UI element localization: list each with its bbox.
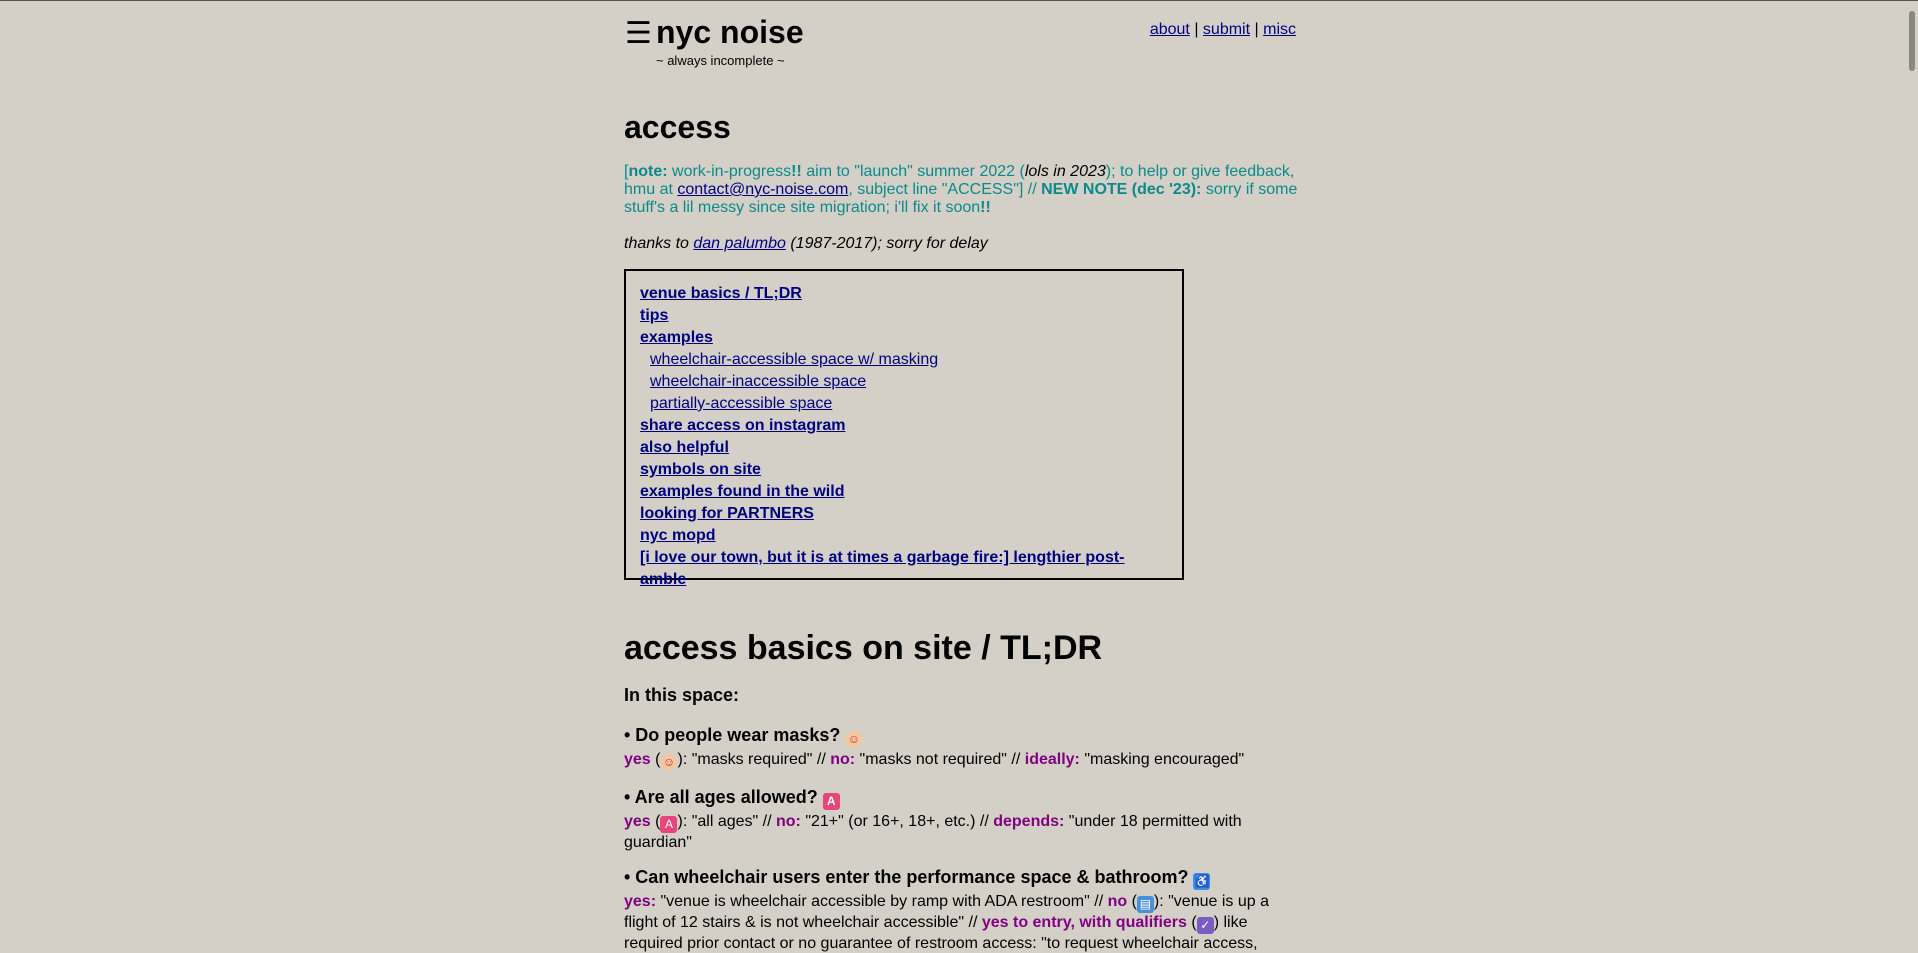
note-label: note: — [628, 163, 668, 180]
question-wheelchair: • Can wheelchair users enter the perform… — [624, 867, 1211, 890]
toc-link-post-amble[interactable]: [i love our town, but it is at times a g… — [640, 549, 1125, 588]
toc-item: examples found in the wild — [640, 481, 1168, 503]
table-of-contents: venue basics / TL;DR tips examples wheel… — [624, 269, 1184, 588]
toc-link-nyc-mopd[interactable]: nyc mopd — [640, 527, 716, 544]
site-tagline: ~ always incomplete ~ — [656, 53, 785, 68]
toc-item: nyc mopd — [640, 525, 1168, 547]
all-ages-icon: A — [660, 816, 678, 833]
toc-link-partially-accessible[interactable]: partially-accessible space — [650, 395, 832, 412]
toc-link-examples-wild[interactable]: examples found in the wild — [640, 483, 844, 500]
toc-item: examples — [640, 327, 1168, 349]
page-container: ☰ nyc noise ~ always incomplete ~ about … — [624, 1, 1297, 952]
nav-separator: | — [1254, 21, 1259, 38]
thanks-line: thanks to dan palumbo (1987-2017); sorry… — [624, 235, 988, 252]
nav-submit-link[interactable]: submit — [1203, 21, 1250, 38]
toc-link-share-instagram[interactable]: share access on instagram — [640, 417, 845, 434]
toc-link-partners[interactable]: looking for PARTNERS — [640, 505, 814, 522]
answer-masks: yes (☺): "masks required" // no: "masks … — [624, 751, 1245, 771]
answer-wheelchair: yes: "venue is wheelchair accessible by … — [624, 893, 1269, 952]
nav-about-link[interactable]: about — [1150, 21, 1190, 38]
checkmark-icon: ✓ — [1196, 917, 1214, 934]
nav-misc-link[interactable]: misc — [1263, 21, 1296, 38]
question-masks: • Do people wear masks? ☺ — [624, 725, 863, 748]
new-note-label: NEW NOTE (dec '23): — [1041, 181, 1202, 198]
stairs-icon: ▤ — [1136, 896, 1154, 913]
all-ages-icon: A — [822, 793, 840, 810]
wheelchair-icon: ♿ — [1193, 873, 1211, 890]
toc-link-symbols[interactable]: symbols on site — [640, 461, 761, 478]
toc-item: venue basics / TL;DR — [640, 283, 1168, 305]
toc-link-also-helpful[interactable]: also helpful — [640, 439, 729, 456]
toc-item: share access on instagram — [640, 415, 1168, 437]
toc-item: also helpful — [640, 437, 1168, 459]
page-title: access — [624, 109, 731, 145]
toc-link-examples[interactable]: examples — [640, 329, 713, 346]
site-header: ☰ nyc noise ~ always incomplete ~ about … — [624, 1, 1296, 81]
toc-item: [i love our town, but it is at times a g… — [640, 547, 1168, 591]
page-scrollbar[interactable] — [1903, 1, 1918, 952]
mask-icon: ☺ — [660, 754, 678, 771]
section-title-basics: access basics on site / TL;DR — [624, 629, 1103, 667]
question-ages: • Are all ages allowed? A — [624, 787, 840, 810]
dan-palumbo-link[interactable]: dan palumbo — [693, 235, 786, 252]
toc-link-wheelchair-accessible[interactable]: wheelchair-accessible space w/ masking — [650, 351, 938, 368]
toc-subitem: partially-accessible space — [640, 393, 1168, 415]
toc-subitem: wheelchair-inaccessible space — [640, 371, 1168, 393]
toc-subitem: wheelchair-accessible space w/ masking — [640, 349, 1168, 371]
top-nav: about | submit | misc — [1150, 21, 1296, 39]
toc-link-tips[interactable]: tips — [640, 307, 668, 324]
hamburger-menu-icon[interactable]: ☰ — [625, 19, 652, 49]
toc-link-venue-basics[interactable]: venue basics / TL;DR — [640, 285, 802, 302]
wip-note: [note: work-in-progress!! aim to "launch… — [624, 163, 1298, 216]
toc-item: looking for PARTNERS — [640, 503, 1168, 525]
toc-link-wheelchair-inaccessible[interactable]: wheelchair-inaccessible space — [650, 373, 866, 390]
answer-ages: yes (A): "all ages" // no: "21+" (or 16+… — [624, 813, 1242, 851]
contact-email-link[interactable]: contact@nyc-noise.com — [677, 181, 848, 198]
toc-item: symbols on site — [640, 459, 1168, 481]
scrollbar-thumb[interactable] — [1909, 11, 1915, 71]
mask-icon: ☺ — [845, 731, 863, 748]
toc-item: tips — [640, 305, 1168, 327]
nav-separator: | — [1194, 21, 1199, 38]
section-intro: In this space: — [624, 685, 740, 705]
site-title[interactable]: nyc noise — [656, 14, 804, 51]
